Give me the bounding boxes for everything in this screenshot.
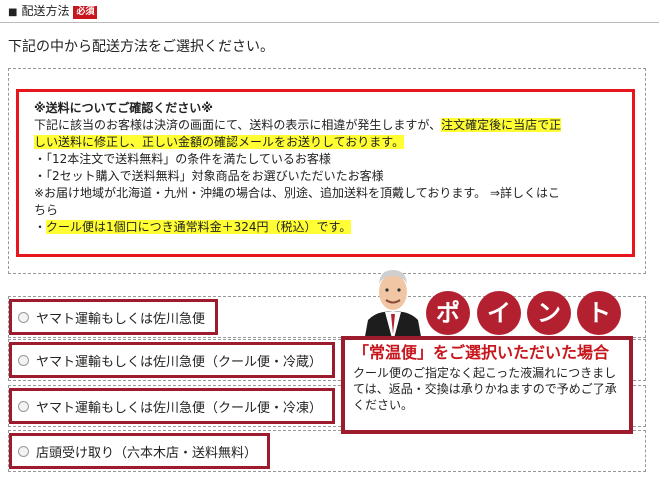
- option-label: 店頭受け取り（六本木店・送料無料）: [36, 445, 258, 461]
- point-body: クール便のご指定なく起こった液漏れにつきましては、返品・交換は承りかねますので予…: [353, 366, 617, 412]
- intro-text: 下記の中から配送方法をご選択ください。: [8, 39, 274, 55]
- notice-bullet-2: ・「2セット購入で送料無料」対象商品をお選びいただいたお客様: [34, 169, 384, 183]
- option-label: ヤマト運輸もしくは佐川急便: [36, 311, 206, 327]
- point-callout: 「常温便」をご選択いただいた場合 クール便のご指定なく起こった液漏れにつきまして…: [341, 336, 633, 434]
- option-label: ヤマト運輸もしくは佐川急便（クール便・冷蔵）: [36, 354, 323, 370]
- radio-button[interactable]: [18, 400, 29, 412]
- section-title: 配送方法: [21, 4, 70, 18]
- notice-line-1: 下記に該当のお客様は決済の画面にて、送料の表示に相違が発生しますが、注文確定後に…: [34, 118, 562, 132]
- notice-bullet-1: ・「12本注文で送料無料」の条件を満たしているお客様: [34, 152, 331, 166]
- required-badge: 必須: [73, 6, 98, 19]
- section-header: ■ 配送方法 必須: [0, 0, 659, 23]
- point-title: 「常温便」をご選択いただいた場合: [353, 343, 610, 362]
- point-badge-n: ン: [527, 291, 571, 335]
- details-link[interactable]: ちら: [34, 203, 58, 217]
- notice-bullet-3: ・クール便は1個口につき通常料金＋324円（税込）です。: [34, 220, 352, 234]
- radio-button[interactable]: [18, 311, 29, 323]
- notice-line-3: ※お届け地域が北海道・九州・沖縄の場合は、別途、追加送料を頂戴しております。 ⇒…: [34, 186, 561, 200]
- radio-button[interactable]: [18, 445, 29, 457]
- shipping-option-yamato-sagawa[interactable]: ヤマト運輸もしくは佐川急便: [9, 299, 219, 335]
- notice-line-4: ちら: [34, 202, 622, 219]
- point-badge-to: ト: [577, 291, 621, 335]
- notice-title: ※送料についてご確認ください※: [34, 101, 213, 115]
- shipping-option-cool-frozen[interactable]: ヤマト運輸もしくは佐川急便（クール便・冷凍）: [9, 388, 336, 424]
- shipping-notice: ※送料についてご確認ください※ 下記に該当のお客様は決済の画面にて、送料の表示に…: [16, 89, 635, 257]
- shipping-option-cool-refrigerated[interactable]: ヤマト運輸もしくは佐川急便（クール便・冷蔵）: [9, 342, 336, 378]
- notice-line-2: しい送料に修正し、正しい金額の確認メールをお送りしております。: [34, 135, 405, 149]
- square-bullet-icon: ■: [8, 7, 18, 18]
- radio-button[interactable]: [18, 354, 29, 366]
- shipping-option-store-pickup[interactable]: 店頭受け取り（六本木店・送料無料）: [9, 433, 271, 469]
- point-badge-i: イ: [477, 291, 521, 335]
- staff-person-icon: [364, 270, 422, 342]
- option-label: ヤマト運輸もしくは佐川急便（クール便・冷凍）: [36, 400, 323, 416]
- point-badge-po: ポ: [426, 291, 470, 335]
